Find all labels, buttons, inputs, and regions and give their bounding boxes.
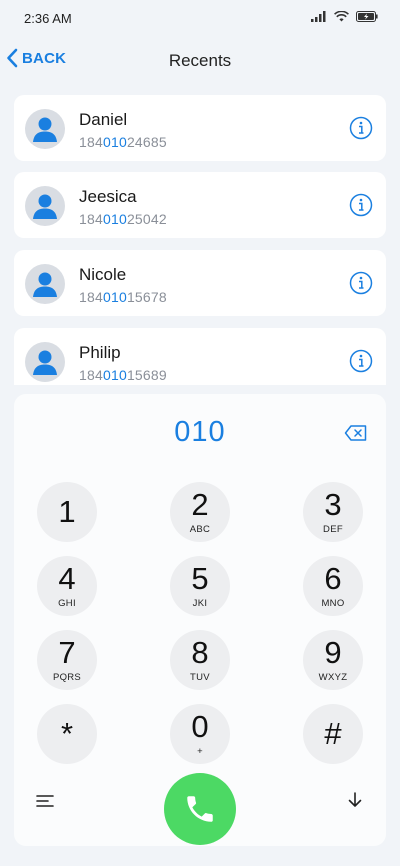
key-letters: GHI — [58, 598, 76, 609]
menu-button[interactable] — [36, 794, 54, 808]
key-5[interactable]: 5 JKI — [170, 556, 230, 616]
signal-icon — [311, 11, 326, 22]
key-letters: WXYZ — [318, 672, 348, 683]
status-icons — [311, 11, 378, 22]
contact-item[interactable]: Jeesica 18401025042 — [14, 172, 386, 238]
info-icon — [349, 349, 373, 373]
nav-bar: BACK Recents — [0, 40, 400, 80]
avatar — [25, 186, 65, 226]
contact-number: 18401015689 — [79, 367, 167, 383]
number-suffix: 15678 — [126, 289, 167, 305]
contact-number: 18401015678 — [79, 289, 167, 305]
number-prefix: 184 — [79, 289, 103, 305]
number-prefix: 184 — [79, 134, 103, 150]
delete-button[interactable] — [344, 424, 368, 442]
avatar — [25, 342, 65, 382]
key-8[interactable]: 8 TUV — [170, 630, 230, 690]
key-digit: 6 — [324, 561, 342, 596]
person-icon — [33, 272, 57, 297]
contact-item[interactable]: Nicole 18401015678 — [14, 250, 386, 316]
dialed-number: 010 — [174, 416, 226, 448]
contact-number: 18401024685 — [79, 134, 167, 150]
info-icon — [349, 271, 373, 295]
phone-icon — [187, 796, 213, 822]
key-letters: MNO — [321, 598, 345, 609]
info-button[interactable] — [349, 116, 373, 140]
arrow-down-icon — [348, 792, 362, 807]
number-suffix: 25042 — [126, 211, 167, 227]
status-bar: 2:36 AM — [0, 0, 400, 36]
info-button[interactable] — [349, 271, 373, 295]
contact-item[interactable]: Daniel 18401024685 — [14, 95, 386, 161]
key-digit: * — [60, 716, 74, 751]
page-title: Recents — [168, 51, 232, 70]
key-6[interactable]: 6 MNO — [303, 556, 363, 616]
key-0[interactable]: 0 + — [170, 704, 230, 764]
key-digit: 2 — [191, 487, 209, 522]
status-time: 2:36 AM — [24, 11, 72, 26]
call-button[interactable] — [164, 773, 236, 845]
key-digit: 9 — [324, 635, 342, 670]
key-digit: # — [324, 716, 342, 751]
key-digit: 0 — [191, 709, 209, 744]
number-match-highlight: 010 — [102, 367, 127, 383]
contact-number: 18401025042 — [79, 211, 167, 227]
info-icon — [349, 193, 373, 217]
person-icon — [33, 350, 57, 375]
dialer-panel: 010 1 2 ABC 3 DEF 4 GHI 5 JKI 6 MNO 7 PQ… — [14, 394, 386, 846]
key-digit: 8 — [191, 635, 209, 670]
menu-icon — [36, 795, 54, 807]
info-button[interactable] — [349, 193, 373, 217]
number-match-highlight: 010 — [102, 211, 127, 227]
collapse-keypad-button[interactable] — [346, 791, 364, 809]
contact-name: Philip — [79, 343, 121, 362]
key-digit: 3 — [324, 487, 342, 522]
key-2[interactable]: 2 ABC — [170, 482, 230, 542]
key-letters: PQRS — [52, 672, 82, 683]
key-star[interactable]: * — [37, 704, 97, 764]
info-icon — [349, 116, 373, 140]
number-prefix: 184 — [79, 211, 103, 227]
key-digit: 4 — [58, 561, 76, 596]
key-letters: + — [197, 746, 203, 757]
avatar — [25, 264, 65, 304]
key-digit: 1 — [58, 494, 76, 529]
person-icon — [33, 194, 57, 219]
contact-item[interactable]: Philip 18401015689 — [14, 328, 386, 385]
contact-list[interactable]: Daniel 18401024685 Jeesica 18401025042 N… — [14, 95, 386, 385]
number-suffix: 15689 — [126, 367, 167, 383]
wifi-icon — [334, 11, 349, 22]
key-digit: 7 — [58, 635, 76, 670]
person-icon — [33, 117, 57, 142]
key-4[interactable]: 4 GHI — [37, 556, 97, 616]
contact-name: Daniel — [79, 110, 128, 129]
key-digit: 5 — [191, 561, 209, 596]
key-1[interactable]: 1 — [37, 482, 97, 542]
backspace-icon — [344, 425, 367, 441]
contact-name: Nicole — [79, 265, 127, 284]
number-suffix: 24685 — [126, 134, 167, 150]
key-letters: DEF — [323, 524, 343, 535]
key-9[interactable]: 9 WXYZ — [303, 630, 363, 690]
number-match-highlight: 010 — [102, 289, 127, 305]
key-letters: JKI — [192, 598, 208, 609]
key-7[interactable]: 7 PQRS — [37, 630, 97, 690]
battery-icon — [356, 11, 378, 22]
key-letters: TUV — [190, 672, 210, 683]
number-prefix: 184 — [79, 367, 103, 383]
avatar — [25, 109, 65, 149]
key-letters: ABC — [189, 524, 211, 535]
key-hash[interactable]: # — [303, 704, 363, 764]
number-match-highlight: 010 — [102, 134, 127, 150]
contact-name: Jeesica — [79, 187, 137, 206]
info-button[interactable] — [349, 349, 373, 373]
key-3[interactable]: 3 DEF — [303, 482, 363, 542]
